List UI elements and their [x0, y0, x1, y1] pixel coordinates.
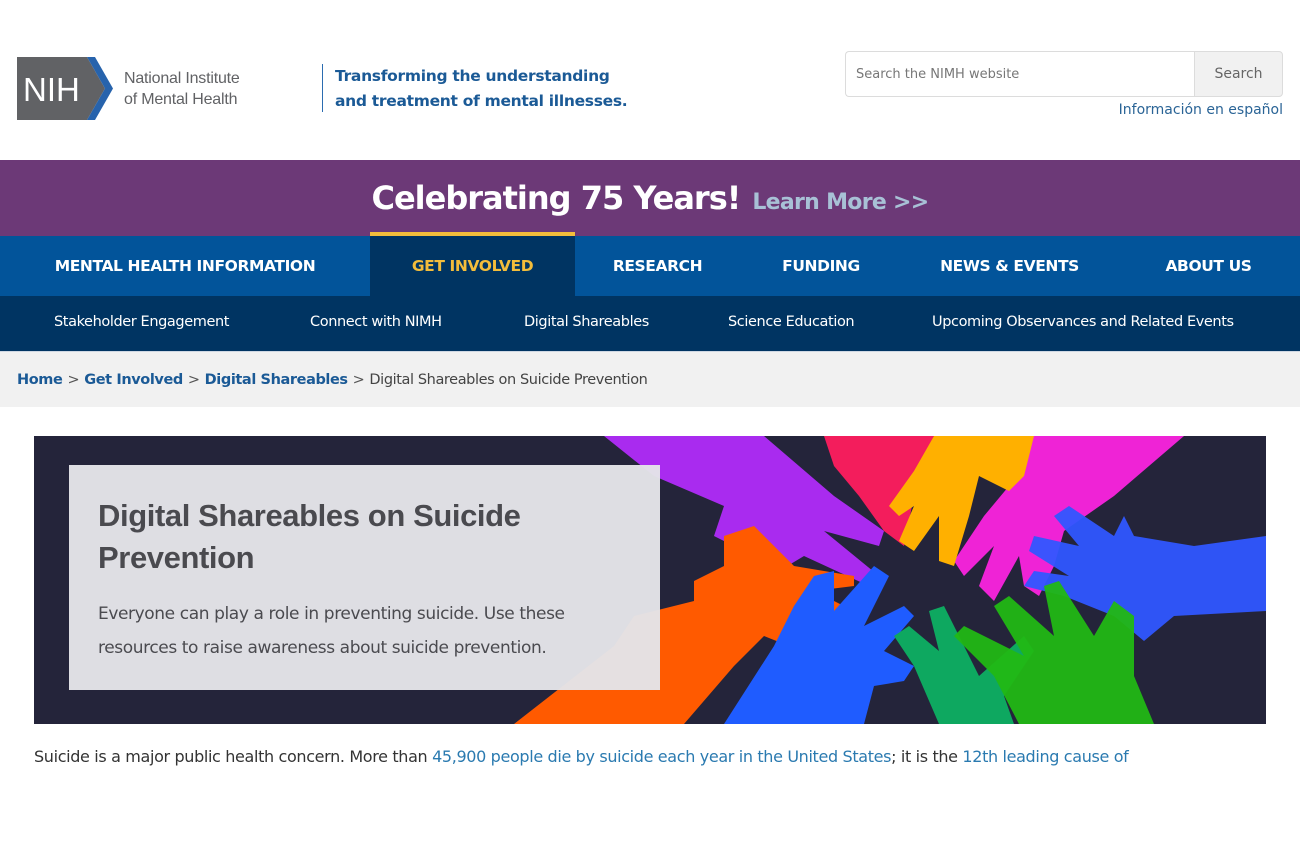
nav-research[interactable]: RESEARCH: [575, 236, 740, 296]
breadcrumb-current: Digital Shareables on Suicide Prevention: [369, 371, 648, 388]
intro-text-1: Suicide is a major public health concern…: [34, 747, 433, 766]
breadcrumb-separator: >: [67, 371, 80, 388]
nimh-logo-link[interactable]: NIH National Institute of Mental Health: [17, 57, 257, 120]
sub-navigation: Stakeholder Engagement Connect with NIMH…: [0, 296, 1300, 351]
hero-card: Digital Shareables on Suicide Prevention…: [69, 465, 660, 690]
logo-line-2: of Mental Health: [124, 90, 238, 108]
breadcrumb-home[interactable]: Home: [17, 372, 63, 388]
breadcrumb-get-involved[interactable]: Get Involved: [84, 372, 183, 388]
spanish-language-link[interactable]: Información en español: [1119, 102, 1283, 118]
site-header: NIH National Institute of Mental Health …: [0, 0, 1300, 160]
breadcrumb: Home > Get Involved > Digital Shareables…: [0, 351, 1300, 407]
header-tagline: Transforming the understanding and treat…: [335, 64, 628, 114]
nav-get-involved[interactable]: GET INVOLVED: [370, 232, 575, 296]
tagline-line-2: and treatment of mental illnesses.: [335, 92, 628, 110]
subnav-upcoming-observances[interactable]: Upcoming Observances and Related Events: [932, 314, 1234, 330]
header-divider: [322, 64, 323, 112]
banner-learn-more-link[interactable]: Learn More >>: [752, 190, 929, 215]
nav-about-us[interactable]: ABOUT US: [1117, 236, 1300, 296]
hero-description: Everyone can play a role in preventing s…: [98, 604, 565, 658]
tagline-line-1: Transforming the understanding: [335, 67, 610, 85]
nav-funding[interactable]: FUNDING: [740, 236, 902, 296]
suicide-statistics-link[interactable]: 45,900 people die by suicide each year i…: [432, 747, 891, 766]
breadcrumb-digital-shareables[interactable]: Digital Shareables: [205, 372, 348, 388]
main-navigation: MENTAL HEALTH INFORMATION GET INVOLVED R…: [0, 232, 1300, 296]
subnav-science-education[interactable]: Science Education: [728, 314, 855, 330]
page-title: Digital Shareables on Suicide Prevention: [98, 498, 521, 575]
breadcrumb-separator: >: [352, 371, 365, 388]
nih-logo-icon: NIH: [17, 57, 117, 120]
nih-logo-text: NIH: [23, 71, 80, 108]
search-button[interactable]: Search: [1194, 51, 1283, 97]
nav-news-events[interactable]: NEWS & EVENTS: [902, 236, 1117, 296]
logo-wordmark: National Institute of Mental Health: [124, 68, 240, 110]
subnav-digital-shareables[interactable]: Digital Shareables: [524, 314, 649, 330]
leading-cause-link[interactable]: 12th leading cause of: [962, 747, 1128, 766]
anniversary-banner: Celebrating 75 Years! Learn More >>: [0, 160, 1300, 236]
search-input[interactable]: [845, 51, 1194, 97]
intro-paragraph: Suicide is a major public health concern…: [34, 747, 1274, 766]
search-form: Search: [845, 51, 1283, 97]
intro-text-2: ; it is the: [891, 747, 963, 766]
logo-line-1: National Institute: [124, 69, 240, 87]
hero-banner: Digital Shareables on Suicide Prevention…: [34, 436, 1266, 724]
nav-mental-health-information[interactable]: MENTAL HEALTH INFORMATION: [0, 236, 370, 296]
banner-title: Celebrating 75 Years!: [371, 179, 741, 217]
subnav-stakeholder-engagement[interactable]: Stakeholder Engagement: [54, 314, 229, 330]
subnav-connect-with-nimh[interactable]: Connect with NIMH: [310, 314, 442, 330]
breadcrumb-separator: >: [187, 371, 200, 388]
